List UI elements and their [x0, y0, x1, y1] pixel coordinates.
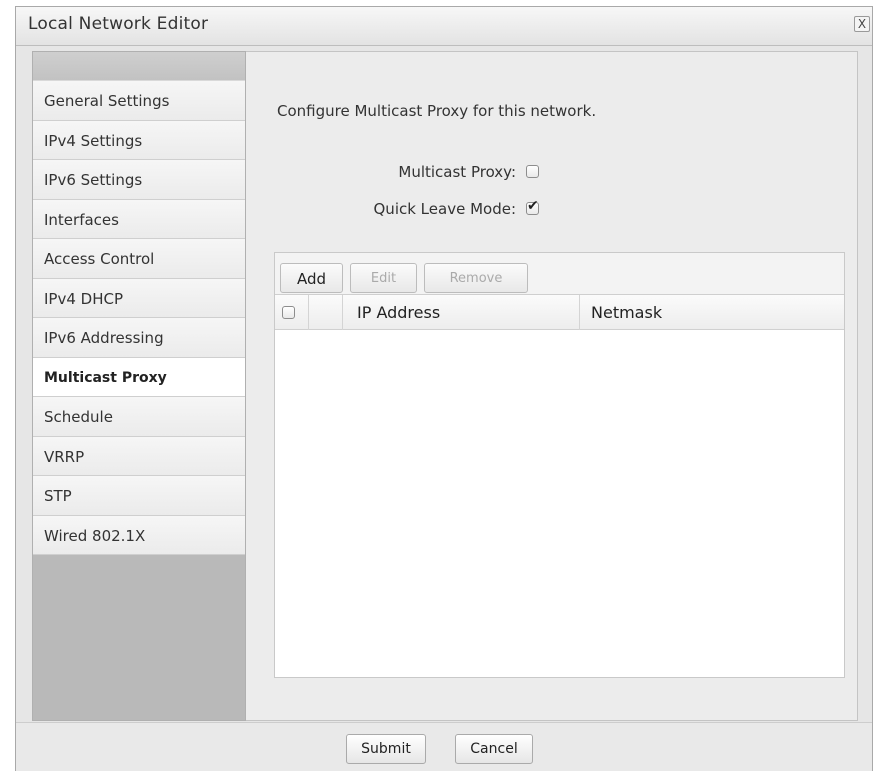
table-header: IP Address Netmask [275, 294, 844, 330]
select-all-checkbox[interactable] [282, 306, 295, 319]
sidebar-item-ipv4-settings[interactable]: IPv4 Settings [33, 120, 245, 160]
sidebar-item-general-settings[interactable]: General Settings [33, 81, 245, 121]
cancel-button[interactable]: Cancel [455, 734, 533, 764]
sidebar-item-schedule[interactable]: Schedule [33, 397, 245, 437]
dialog-title: Local Network Editor [28, 14, 209, 34]
remove-button[interactable]: Remove [424, 263, 528, 293]
add-button[interactable]: Add [280, 263, 343, 293]
sidebar-item-wired-802-1x[interactable]: Wired 802.1X [33, 515, 245, 555]
multicast-proxy-checkbox[interactable] [526, 165, 539, 178]
ip-address-grid: Add Edit Remove IP Address Netmask [274, 252, 845, 678]
column-divider [342, 295, 343, 330]
close-icon: X [857, 17, 867, 31]
submit-button[interactable]: Submit [346, 734, 426, 764]
dialog-footer: Submit Cancel [16, 722, 872, 771]
column-header-netmask[interactable]: Netmask [591, 303, 662, 322]
section-description: Configure Multicast Proxy for this netwo… [277, 102, 597, 120]
sidebar-item-ipv6-addressing[interactable]: IPv6 Addressing [33, 318, 245, 358]
sidebar-item-access-control[interactable]: Access Control [33, 239, 245, 279]
column-header-ip-address[interactable]: IP Address [357, 303, 440, 322]
title-bar: Local Network Editor X [16, 7, 872, 46]
local-network-editor-dialog: Local Network Editor X General Settings I… [15, 6, 873, 771]
quick-leave-mode-checkbox[interactable] [526, 198, 539, 215]
sidebar-header [33, 52, 245, 81]
edit-button[interactable]: Edit [350, 263, 417, 293]
column-divider [579, 295, 580, 330]
sidebar: General Settings IPv4 Settings IPv6 Settin… [32, 51, 246, 721]
table-body [275, 330, 844, 677]
sidebar-item-stp[interactable]: STP [33, 476, 245, 516]
close-button[interactable]: X [854, 16, 870, 32]
sidebar-item-ipv6-settings[interactable]: IPv6 Settings [33, 160, 245, 200]
main-panel: Configure Multicast Proxy for this netwo… [246, 51, 858, 721]
sidebar-item-multicast-proxy[interactable]: Multicast Proxy [33, 357, 245, 397]
sidebar-item-ipv4-dhcp[interactable]: IPv4 DHCP [33, 278, 245, 318]
multicast-proxy-label: Multicast Proxy: [398, 163, 516, 181]
sidebar-item-vrrp[interactable]: VRRP [33, 436, 245, 476]
sidebar-item-interfaces[interactable]: Interfaces [33, 199, 245, 239]
quick-leave-mode-label: Quick Leave Mode: [373, 200, 517, 218]
column-divider [308, 295, 309, 330]
